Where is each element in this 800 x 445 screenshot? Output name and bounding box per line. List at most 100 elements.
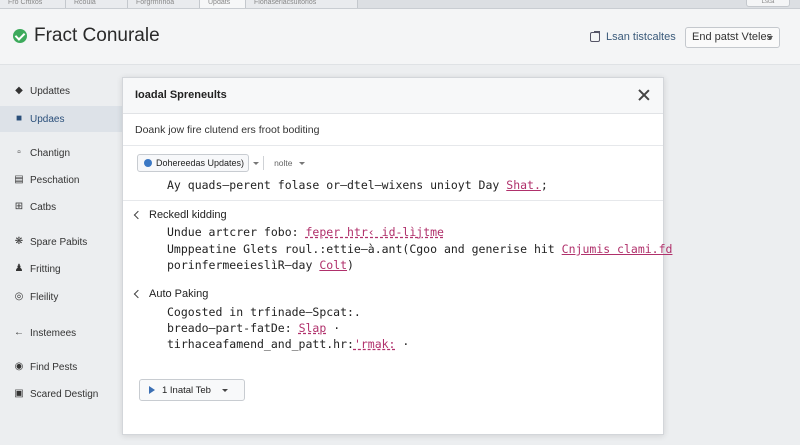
group1-line-2: Umppeatine Glets roul.:ettie–à.ant(Cgoo … (167, 242, 672, 256)
line-suffix: ) (347, 258, 354, 272)
sidebar-item-label: Find Pests (30, 361, 78, 373)
page-title: Fract Conurale (34, 25, 160, 46)
line-link[interactable]: feper htr‹ id-lìjtme (306, 225, 444, 239)
location-icon: ◉ (14, 361, 24, 372)
group-title: Auto Paking (149, 288, 209, 300)
line-suffix: · (402, 337, 410, 351)
external-link[interactable]: Lsan tistcaltes (590, 31, 676, 43)
play-icon (149, 386, 155, 394)
summary-suffix: ; (540, 178, 548, 192)
group2-line-2: breado–part-fatDe: Slap · (167, 321, 340, 335)
line-link[interactable]: 'rmak: (354, 337, 396, 351)
line-link[interactable]: Cnjumis clami.fd (562, 242, 673, 256)
line-text: breado–part-fatDe: (167, 321, 292, 335)
sidebar-item-fritting[interactable]: ♟ Fritting (0, 256, 122, 282)
circle-icon: ◎ (14, 291, 24, 302)
chevron-down-icon (767, 36, 773, 40)
sidebar-item-catbs[interactable]: ⊞ Catbs (0, 194, 122, 220)
flag-icon: ■ (15, 113, 23, 124)
install-tab-label: 1 Inatal Teb (162, 384, 211, 396)
tab-4[interactable]: Flohaseriacsuitorlos (246, 0, 358, 8)
line-link[interactable]: Slap (299, 321, 327, 335)
sidebar-item-label: Updaes (30, 113, 65, 125)
line-text: Undue artcrer fobo: (167, 225, 299, 239)
group1-line-1: Undue artcrer fobo: feper htr‹ id-lìjtme (167, 225, 444, 239)
plus-icon: ⊞ (14, 201, 24, 212)
chat-icon: ▫ (17, 147, 21, 158)
chevron-down-icon[interactable] (253, 161, 260, 165)
pin-icon: ◆ (15, 85, 23, 96)
person-icon: ♟ (14, 263, 24, 274)
summary-text: Ay quads–perent folase or–dtel–wixens un… (167, 178, 500, 192)
chevron-left-icon (133, 289, 143, 299)
sidebar-item-label: Chantign (30, 147, 71, 159)
sidebar-item-fleility[interactable]: ◎ Fleility (0, 284, 122, 310)
divider (123, 145, 663, 146)
updates-pill[interactable]: Dohereedas Updates) (137, 154, 250, 172)
modal-title: Ioadal Spreneults (135, 89, 227, 101)
modal-description: Doank jow fire clutend ers froot boditin… (135, 124, 320, 136)
sidebar: ◆ Updattes ■ Updaes ▫ Chantign ▤ Peschat… (0, 66, 122, 445)
line-text: porinfermeeieslìR–day (167, 258, 313, 272)
group-header-auto-paking[interactable]: Auto Paking (133, 288, 209, 300)
sidebar-item-chantign[interactable]: ▫ Chantign (0, 140, 122, 166)
group-title: Reckedl kidding (149, 209, 227, 221)
summary-link[interactable]: Shat. (506, 178, 541, 192)
view-select-value: End patst Vteles (692, 31, 773, 43)
filter-label: nolte (274, 158, 293, 168)
sidebar-item-label: Instemees (30, 327, 77, 339)
sidebar-item-updattes[interactable]: ◆ Updattes (0, 78, 122, 104)
modal-dialog: Ioadal Spreneults Doank jow fire clutend… (122, 77, 672, 435)
filter-dropdown[interactable]: nolte (274, 158, 305, 168)
sidebar-item-label: Updattes (30, 85, 71, 97)
gear-icon: ❋ (14, 236, 24, 247)
check-circle-icon (13, 29, 27, 43)
tab-0[interactable]: Fro Crtlxos (0, 0, 66, 8)
summary-line: Ay quads–perent folase or–dtel–wixens un… (167, 178, 548, 192)
tab-2[interactable]: Forgrmnrioa (128, 0, 200, 8)
sidebar-item-label: Peschation (30, 174, 80, 186)
modal-header: Ioadal Spreneults (123, 78, 663, 114)
sidebar-item-scared-destign[interactable]: ▣ Scared Destign (0, 381, 122, 407)
sidebar-item-instemees[interactable]: ← Instemees (0, 320, 122, 346)
line-text: Umppeatine Glets roul.:ettie–à.ant(Cgoo … (167, 242, 555, 256)
line-suffix: · (333, 321, 341, 335)
group-header-reckedl[interactable]: Reckedl kidding (133, 209, 227, 221)
info-icon (144, 159, 152, 167)
sidebar-item-label: Spare Pabits (30, 236, 88, 248)
group2-line-3: tirhaceafamend_and_patt.hr:'rmak: · (167, 337, 409, 351)
app-header: Fract Conurale Lsan tistcaltes End patst… (0, 9, 800, 65)
group1-line-3: porinfermeeieslìR–day Colt) (167, 258, 354, 272)
filter-row: Dohereedas Updates) nolte (137, 154, 305, 172)
divider (263, 156, 265, 170)
arrow-left-icon: ← (14, 327, 24, 338)
view-select[interactable]: End patst Vteles (685, 27, 780, 48)
chevron-down-icon (298, 161, 305, 165)
sidebar-item-peschation[interactable]: ▤ Peschation (0, 167, 122, 193)
chevron-left-icon (133, 210, 143, 220)
close-icon[interactable] (635, 86, 653, 104)
sidebar-item-label: Scared Destign (30, 388, 99, 400)
line-text: tirhaceafamend_and_patt.hr: (167, 337, 354, 351)
document-icon: ▤ (14, 174, 24, 185)
divider (123, 200, 663, 201)
sidebar-item-label: Catbs (30, 201, 57, 213)
lock-icon: ▣ (14, 388, 24, 399)
sidebar-item-label: Fritting (30, 263, 61, 275)
sidebar-item-updaes[interactable]: ■ Updaes (0, 106, 122, 132)
tab-1[interactable]: Rcoula (66, 0, 128, 8)
sidebar-item-spare-pabits[interactable]: ❋ Spare Pabits (0, 229, 122, 255)
tab-3[interactable]: Updats (200, 0, 246, 8)
install-tab-button[interactable]: 1 Inatal Teb (139, 379, 245, 401)
browser-tab-strip: Fro Crtlxos Rcoula Forgrmnrioa Updats Fl… (0, 0, 800, 9)
external-link-icon (590, 31, 600, 42)
sidebar-item-label: Fleility (30, 291, 59, 303)
line-link[interactable]: Colt (319, 258, 347, 272)
corner-button[interactable]: Lsca (746, 0, 790, 7)
group2-line-1: Cogosted in trfinade–Spcat:. (167, 305, 361, 319)
external-link-label: Lsan tistcaltes (606, 31, 676, 43)
line-text: Cogosted in trfinade–Spcat:. (167, 305, 361, 319)
updates-pill-label: Dohereedas Updates) (156, 158, 245, 168)
chevron-down-icon (221, 388, 228, 392)
sidebar-item-find-pests[interactable]: ◉ Find Pests (0, 354, 122, 380)
